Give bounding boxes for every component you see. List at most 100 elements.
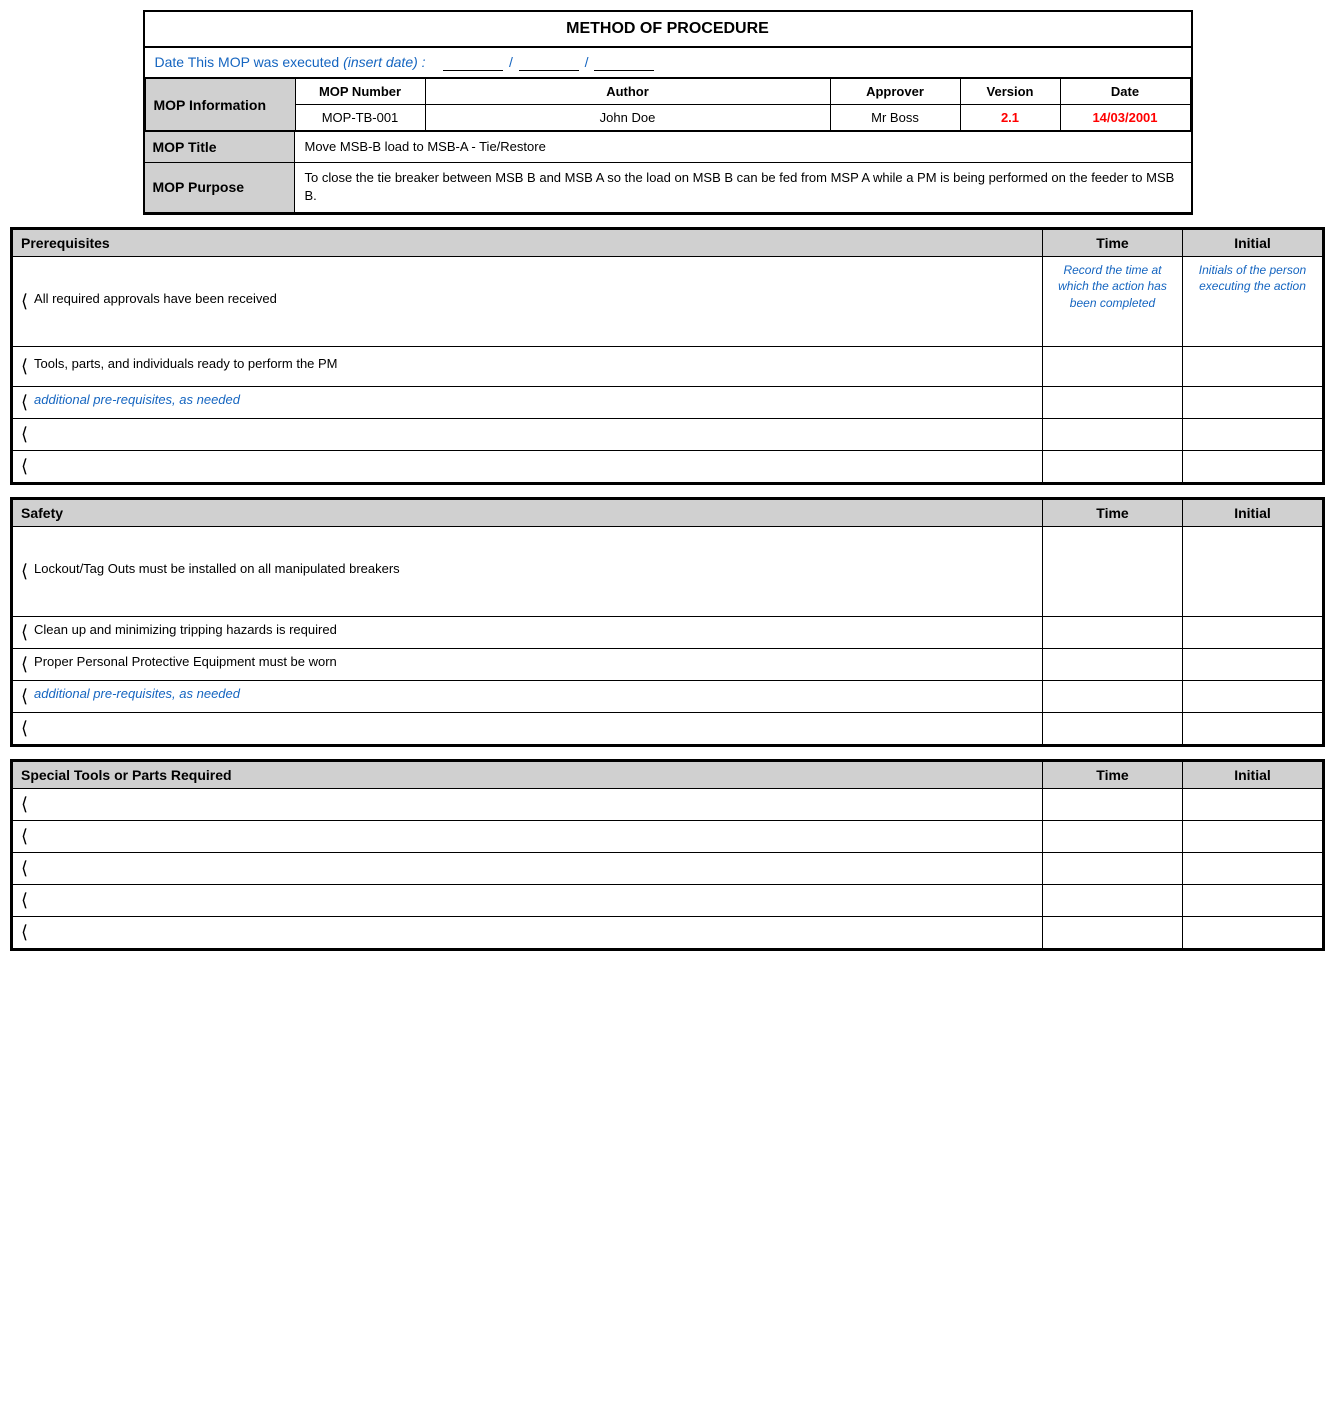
- brace-2: ⟨: [21, 356, 28, 377]
- prereq-time-hint-1: Record the time at which the action has …: [1058, 263, 1167, 311]
- date-row: Date This MOP was executed (insert date)…: [145, 48, 1191, 78]
- col-date: Date: [1060, 79, 1190, 105]
- prereq-text-2: Tools, parts, and individuals ready to p…: [34, 356, 337, 371]
- prereq-desc-5: ⟨: [13, 450, 1043, 482]
- prereq-time-3: [1043, 386, 1183, 418]
- col-author: Author: [425, 79, 830, 105]
- special-tools-header: Special Tools or Parts Required Time Ini…: [13, 761, 1323, 788]
- prerequisites-initial-header: Initial: [1183, 229, 1323, 256]
- safety-section: Safety Time Initial ⟨ Lockout/Tag Outs m…: [10, 497, 1325, 747]
- safety-brace-1: ⟨: [21, 561, 28, 582]
- safety-initial-header: Initial: [1183, 499, 1323, 526]
- approver-value: Mr Boss: [830, 105, 960, 132]
- brace-5: ⟨: [21, 456, 28, 476]
- special-tools-desc-1: ⟨: [13, 788, 1043, 820]
- special-tools-initial-4: [1183, 884, 1323, 916]
- mop-info-label: MOP Information: [145, 79, 295, 132]
- prerequisites-time-header: Time: [1043, 229, 1183, 256]
- prereq-desc-4: ⟨: [13, 418, 1043, 450]
- prereq-initial-4: [1183, 418, 1323, 450]
- mop-purpose-value: To close the tie breaker between MSB B a…: [295, 163, 1191, 211]
- special-tools-table: Special Tools or Parts Required Time Ini…: [12, 761, 1323, 949]
- safety-initial-4: [1183, 680, 1323, 712]
- safety-row-2: ⟨ Clean up and minimizing tripping hazar…: [13, 616, 1323, 648]
- prereq-row-5: ⟨: [13, 450, 1323, 482]
- prerequisites-header: Prerequisites Time Initial: [13, 229, 1323, 256]
- special-tools-time-1: [1043, 788, 1183, 820]
- prereq-text-1: All required approvals have been receive…: [34, 291, 277, 306]
- date-field-3[interactable]: [594, 54, 654, 71]
- brace-3: ⟨: [21, 392, 28, 413]
- brace-1: ⟨: [21, 291, 28, 312]
- special-tools-time-4: [1043, 884, 1183, 916]
- safety-time-1: [1043, 526, 1183, 616]
- mop-number-value: MOP-TB-001: [295, 105, 425, 132]
- special-tools-desc-4: ⟨: [13, 884, 1043, 916]
- safety-time-3: [1043, 648, 1183, 680]
- safety-row-5: ⟨: [13, 712, 1323, 744]
- special-tools-desc-3: ⟨: [13, 852, 1043, 884]
- mop-purpose-row: MOP Purpose To close the tie breaker bet…: [145, 163, 1191, 212]
- safety-initial-5: [1183, 712, 1323, 744]
- special-tools-time-header: Time: [1043, 761, 1183, 788]
- safety-text-1: Lockout/Tag Outs must be installed on al…: [34, 561, 400, 576]
- safety-row-1: ⟨ Lockout/Tag Outs must be installed on …: [13, 526, 1323, 616]
- prereq-initial-1: Initials of the person executing the act…: [1183, 256, 1323, 346]
- safety-time-5: [1043, 712, 1183, 744]
- prereq-time-2: [1043, 346, 1183, 386]
- col-mop-number: MOP Number: [295, 79, 425, 105]
- prereq-row-1: ⟨ All required approvals have been recei…: [13, 256, 1323, 346]
- special-tools-row-2: ⟨: [13, 820, 1323, 852]
- special-tools-row-3: ⟨: [13, 852, 1323, 884]
- special-tools-brace-5: ⟨: [21, 922, 28, 942]
- safety-desc-3: ⟨ Proper Personal Protective Equipment m…: [13, 648, 1043, 680]
- safety-desc-2: ⟨ Clean up and minimizing tripping hazar…: [13, 616, 1043, 648]
- special-tools-brace-3: ⟨: [21, 858, 28, 878]
- prereq-initial-3: [1183, 386, 1323, 418]
- special-tools-brace-2: ⟨: [21, 826, 28, 846]
- date-label: Date This MOP was executed: [155, 54, 340, 70]
- safety-desc-5: ⟨: [13, 712, 1043, 744]
- safety-header: Safety Time Initial: [13, 499, 1323, 526]
- author-value: John Doe: [425, 105, 830, 132]
- special-tools-section: Special Tools or Parts Required Time Ini…: [10, 759, 1325, 951]
- special-tools-row-5: ⟨: [13, 916, 1323, 948]
- special-tools-time-2: [1043, 820, 1183, 852]
- special-tools-initial-3: [1183, 852, 1323, 884]
- safety-brace-3: ⟨: [21, 654, 28, 675]
- safety-brace-4: ⟨: [21, 686, 28, 707]
- date-field-1[interactable]: [443, 54, 503, 71]
- special-tools-time-3: [1043, 852, 1183, 884]
- date-field-2[interactable]: [519, 54, 579, 71]
- special-tools-brace-1: ⟨: [21, 794, 28, 814]
- prerequisites-section: Prerequisites Time Initial ⟨ All require…: [10, 227, 1325, 485]
- special-tools-header-label: Special Tools or Parts Required: [13, 761, 1043, 788]
- date-italic-label: (insert date) :: [343, 54, 425, 70]
- prereq-time-4: [1043, 418, 1183, 450]
- brace-4: ⟨: [21, 424, 28, 444]
- prereq-desc-2: ⟨ Tools, parts, and individuals ready to…: [13, 346, 1043, 386]
- prereq-row-2: ⟨ Tools, parts, and individuals ready to…: [13, 346, 1323, 386]
- safety-time-header: Time: [1043, 499, 1183, 526]
- safety-table: Safety Time Initial ⟨ Lockout/Tag Outs m…: [12, 499, 1323, 745]
- special-tools-time-5: [1043, 916, 1183, 948]
- safety-initial-1: [1183, 526, 1323, 616]
- mop-title-row: MOP Title Move MSB-B load to MSB-A - Tie…: [145, 132, 1191, 163]
- mop-title-label: MOP Title: [145, 132, 295, 162]
- safety-row-4: ⟨ additional pre-requisites, as needed: [13, 680, 1323, 712]
- prereq-text-3: additional pre-requisites, as needed: [34, 392, 240, 407]
- safety-text-3: Proper Personal Protective Equipment mus…: [34, 654, 337, 669]
- safety-time-2: [1043, 616, 1183, 648]
- prereq-initial-5: [1183, 450, 1323, 482]
- safety-brace-5: ⟨: [21, 718, 28, 738]
- prereq-desc-1: ⟨ All required approvals have been recei…: [13, 256, 1043, 346]
- safety-header-label: Safety: [13, 499, 1043, 526]
- prereq-initial-2: [1183, 346, 1323, 386]
- special-tools-desc-5: ⟨: [13, 916, 1043, 948]
- special-tools-desc-2: ⟨: [13, 820, 1043, 852]
- safety-desc-1: ⟨ Lockout/Tag Outs must be installed on …: [13, 526, 1043, 616]
- prereq-time-1: Record the time at which the action has …: [1043, 256, 1183, 346]
- special-tools-row-4: ⟨: [13, 884, 1323, 916]
- mop-title-value: Move MSB-B load to MSB-A - Tie/Restore: [295, 132, 1191, 162]
- special-tools-initial-1: [1183, 788, 1323, 820]
